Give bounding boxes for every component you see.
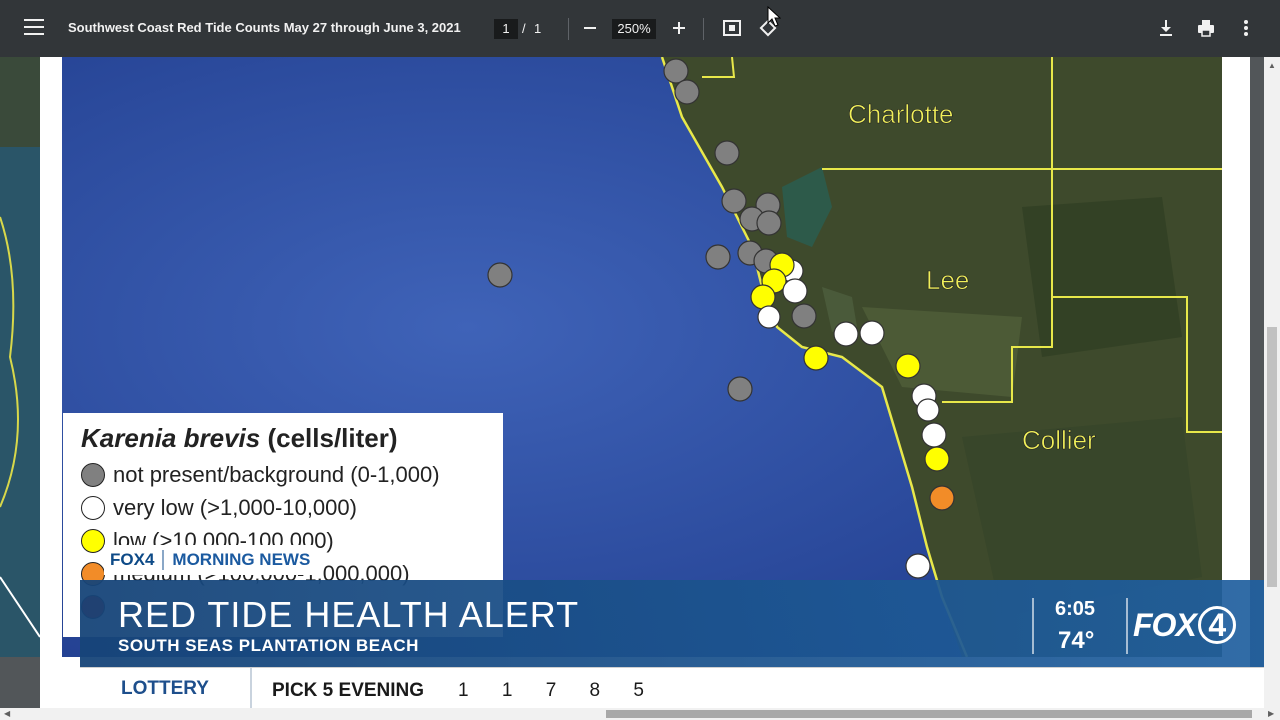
sample-point xyxy=(895,353,921,379)
sample-point xyxy=(859,320,885,346)
program-name: MORNING NEWS xyxy=(172,550,311,569)
fit-page-icon xyxy=(723,20,741,36)
sample-point xyxy=(921,422,947,448)
scroll-left-icon[interactable]: ◀ xyxy=(4,709,10,718)
ticker-label: LOTTERY xyxy=(80,668,252,709)
horizontal-scroll-thumb[interactable] xyxy=(606,710,1252,718)
mouse-cursor-icon xyxy=(767,6,781,27)
download-icon xyxy=(1160,20,1172,36)
toolbar-divider xyxy=(568,18,569,40)
pdf-toolbar: Southwest Coast Red Tide Counts May 27 t… xyxy=(0,0,1280,57)
fit-page-button[interactable] xyxy=(720,16,744,40)
zoom-in-button[interactable] xyxy=(667,16,691,40)
document-title: Southwest Coast Red Tide Counts May 27 t… xyxy=(68,20,461,35)
sample-point xyxy=(487,262,513,288)
legend-title: Karenia brevis (cells/liter) xyxy=(81,423,503,454)
sample-point xyxy=(924,446,950,472)
legend-unit: (cells/liter) xyxy=(267,423,398,453)
white-dot-icon xyxy=(81,495,105,520)
zoom-input[interactable]: 250% xyxy=(612,19,656,39)
print-icon xyxy=(1198,20,1214,37)
page-number-input[interactable]: 1 xyxy=(494,19,518,39)
legend-species: Karenia brevis xyxy=(81,423,261,453)
fox4-logo: FOX 4 xyxy=(1133,606,1236,644)
banner-time: 6:05 xyxy=(1055,598,1096,620)
previous-page-edge xyxy=(0,57,40,657)
sample-point xyxy=(833,321,859,347)
page-separator: / xyxy=(522,21,526,36)
sample-point xyxy=(663,58,689,84)
banner-headline: RED TIDE HEALTH ALERT xyxy=(118,594,580,635)
plus-icon xyxy=(673,22,685,34)
sample-point xyxy=(714,140,740,166)
sample-point xyxy=(756,210,782,236)
zoom-out-button[interactable] xyxy=(578,16,602,40)
sample-point xyxy=(803,345,829,371)
print-button[interactable] xyxy=(1194,16,1218,40)
legend-item-very-low: very low (>1,000-10,000) xyxy=(81,491,503,524)
vertical-scroll-thumb[interactable] xyxy=(1267,327,1277,587)
legend-item-label: not present/background (0-1,000) xyxy=(113,461,440,487)
program-tag: FOX4 MORNING NEWS xyxy=(104,545,317,575)
county-label-charlotte: Charlotte xyxy=(848,99,954,129)
sample-point xyxy=(782,278,808,304)
ticker-game: PICK 5 EVENING xyxy=(272,680,425,701)
sample-point xyxy=(929,485,955,511)
toolbar-divider xyxy=(703,18,704,40)
horizontal-scrollbar[interactable]: ◀ ▶ xyxy=(0,708,1280,720)
county-label-collier: Collier xyxy=(1022,425,1096,455)
banner-temperature: 74° xyxy=(1058,627,1095,654)
sample-point xyxy=(905,553,931,579)
sample-point xyxy=(705,244,731,270)
sample-point xyxy=(916,398,940,422)
sample-point xyxy=(727,376,753,402)
legend-item-label: very low (>1,000-10,000) xyxy=(113,494,357,520)
sample-point xyxy=(721,188,747,214)
banner-divider xyxy=(1032,598,1034,654)
sample-point xyxy=(791,303,817,329)
scroll-right-icon[interactable]: ▶ xyxy=(1268,709,1274,718)
minus-icon xyxy=(584,27,596,29)
left-page-map xyxy=(0,57,40,657)
sample-point xyxy=(750,284,776,310)
vertical-scrollbar[interactable]: ▲ xyxy=(1264,57,1280,708)
lower-third-banner: RED TIDE HEALTH ALERT SOUTH SEAS PLANTAT… xyxy=(80,580,1280,667)
sample-point xyxy=(674,79,700,105)
news-ticker: LOTTERY PICK 5 EVENING 1 1 7 8 5 xyxy=(80,667,1280,709)
ticker-numbers: 1 1 7 8 5 xyxy=(458,680,658,701)
station-name: FOX4 xyxy=(110,550,165,570)
sample-point xyxy=(757,305,781,329)
county-label-lee: Lee xyxy=(926,265,969,295)
more-vertical-icon xyxy=(1244,20,1248,36)
menu-icon[interactable] xyxy=(24,19,44,37)
legend-item-not-present: not present/background (0-1,000) xyxy=(81,458,503,491)
banner-divider xyxy=(1126,598,1128,654)
gray-dot-icon xyxy=(81,462,105,487)
download-button[interactable] xyxy=(1154,16,1178,40)
banner-subheadline: SOUTH SEAS PLANTATION BEACH xyxy=(118,636,419,655)
page-total: 1 xyxy=(534,21,542,36)
more-options-button[interactable] xyxy=(1234,16,1258,40)
scroll-up-icon[interactable]: ▲ xyxy=(1268,61,1276,70)
yellow-dot-icon xyxy=(81,528,105,553)
